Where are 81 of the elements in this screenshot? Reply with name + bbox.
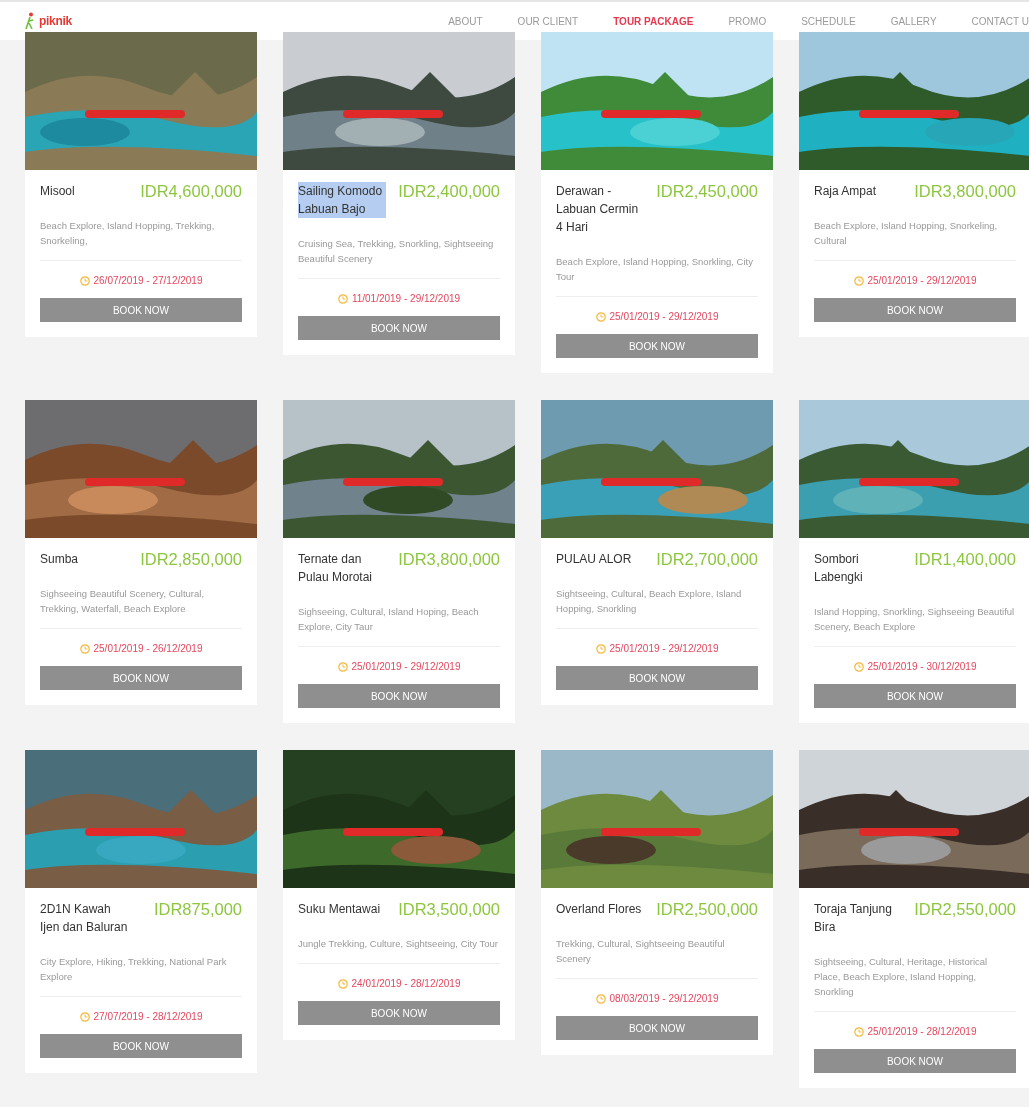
book-now-button[interactable]: BOOK NOW <box>298 316 500 340</box>
clock-icon <box>79 643 90 654</box>
activities-text: City Explore, Hiking, Trekking, National Park Explore <box>40 954 242 997</box>
clock-icon <box>337 661 348 672</box>
activities-text: Sightseeing, Cultural, Heritage, Historical Place, Beach Explore, Island Hopping, Snorkling <box>814 954 1016 1012</box>
date-range: 25/01/2019 - 26/12/2019 <box>93 642 203 656</box>
nav-link[interactable]: ABOUT <box>448 13 483 29</box>
date-range: 27/07/2019 - 28/12/2019 <box>93 1010 203 1024</box>
package-title: Sumba <box>40 551 80 568</box>
package-price: IDR875,000 <box>153 900 242 918</box>
package-price: IDR3,800,000 <box>398 550 500 568</box>
book-now-button[interactable]: BOOK NOW <box>298 1001 500 1025</box>
package-price: IDR3,800,000 <box>914 182 1016 200</box>
date-range: 08/03/2019 - 29/12/2019 <box>609 992 719 1006</box>
package-title: Sailing Komodo Labuan Bajo <box>298 182 386 218</box>
clock-icon <box>79 1011 90 1022</box>
package-price: IDR2,550,000 <box>914 900 1016 918</box>
activities-text: Sighseeing, Cultural, Island Hoping, Beach Explore, City Taur <box>298 604 500 647</box>
package-price: IDR2,400,000 <box>398 182 500 200</box>
book-now-button[interactable]: BOOK NOW <box>40 1034 242 1058</box>
date-range: 25/01/2019 - 29/12/2019 <box>609 310 719 324</box>
date-range: 11/01/2019 - 29/12/2019 <box>351 292 461 306</box>
package-title: Overland Flores <box>556 901 643 918</box>
activities-text: Sightseeing, Cultural, Beach Explore, Island Hopping, Snorkling <box>556 586 758 629</box>
nav-link[interactable]: GALLERY <box>890 13 937 29</box>
package-price: IDR2,500,000 <box>656 900 758 918</box>
package-title: Sombori Labengki <box>814 551 864 586</box>
book-now-button[interactable]: BOOK NOW <box>556 334 758 358</box>
book-now-button[interactable]: BOOK NOW <box>814 684 1016 708</box>
book-now-button[interactable]: BOOK NOW <box>40 666 242 690</box>
package-price: IDR2,700,000 <box>656 550 758 568</box>
book-now-button[interactable]: BOOK NOW <box>814 298 1016 322</box>
logo[interactable]: piknik <box>39 12 72 30</box>
package-price: IDR2,450,000 <box>656 182 758 200</box>
book-now-button[interactable]: BOOK NOW <box>556 1016 758 1040</box>
package-title: Suku Mentawai <box>298 901 382 918</box>
activities-text: Island Hopping, Snorkling, Sighseeing Beautiful Scenery, Beach Explore <box>814 604 1016 647</box>
figure-icon <box>25 12 35 30</box>
clock-icon <box>595 643 606 654</box>
clock-icon <box>853 1026 864 1037</box>
nav-link[interactable]: PROMO <box>728 13 767 29</box>
date-range: 25/01/2019 - 28/12/2019 <box>867 1025 977 1039</box>
clock-icon <box>853 275 864 286</box>
clock-icon <box>595 311 606 322</box>
package-title: Toraja Tanjung Bira <box>814 901 893 936</box>
clock-icon <box>595 993 606 1004</box>
package-price: IDR1,400,000 <box>914 550 1016 568</box>
activities-text: Sighseeing Beautiful Scenery, Cultural, Trekking, Waterfall, Beach Explore <box>40 586 242 629</box>
package-title: PULAU ALOR <box>556 551 633 568</box>
activities-text: Jungle Trekking, Culture, Sightseeing, City Tour <box>298 936 500 964</box>
date-range: 25/01/2019 - 29/12/2019 <box>867 274 977 288</box>
date-range: 24/01/2019 - 28/12/2019 <box>351 977 461 991</box>
package-title: 2D1N Kawah Ijen dan Baluran <box>40 901 128 936</box>
date-range: 25/01/2019 - 29/12/2019 <box>609 642 719 656</box>
activities-text: Beach Explore, Island Hopping, Snorkeling, Cultural <box>814 218 1016 261</box>
activities-text: Beach Explore, Island Hopping, Trekking, Snorkeling, <box>40 218 242 261</box>
package-title: Raja Ampat <box>814 183 878 200</box>
clock-icon <box>79 275 90 286</box>
date-range: 25/01/2019 - 29/12/2019 <box>351 660 461 674</box>
clock-icon <box>337 293 348 304</box>
nav-link[interactable]: OUR CLIENT <box>517 13 579 29</box>
package-price: IDR3,500,000 <box>398 900 500 918</box>
activities-text: Trekking, Cultural, Sightseeing Beautiful Scenery <box>556 936 758 979</box>
date-range: 25/01/2019 - 30/12/2019 <box>867 660 977 674</box>
activities-text: Cruising Sea, Trekking, Snorkling, Sightseeing Beautiful Scenery <box>298 236 500 279</box>
nav-link[interactable]: CONTACT U <box>971 13 1029 29</box>
book-now-button[interactable]: BOOK NOW <box>814 1049 1016 1073</box>
package-title: Misool <box>40 183 76 200</box>
activities-text: Beach Explore, Island Hopping, Snorkling, City Tour <box>556 254 758 297</box>
clock-icon <box>337 978 348 989</box>
book-now-button[interactable]: BOOK NOW <box>556 666 758 690</box>
book-now-button[interactable]: BOOK NOW <box>298 684 500 708</box>
book-now-button[interactable]: BOOK NOW <box>40 298 242 322</box>
package-title: Ternate dan Pulau Morotai <box>298 551 374 586</box>
package-price: IDR4,600,000 <box>140 182 242 200</box>
nav-link[interactable]: SCHEDULE <box>801 13 856 29</box>
nav-link[interactable]: TOUR PACKAGE <box>613 13 694 29</box>
date-range: 26/07/2019 - 27/12/2019 <box>93 274 203 288</box>
package-title: Derawan - Labuan Cermin 4 Hari <box>556 183 640 236</box>
package-price: IDR2,850,000 <box>140 550 242 568</box>
clock-icon <box>853 661 864 672</box>
